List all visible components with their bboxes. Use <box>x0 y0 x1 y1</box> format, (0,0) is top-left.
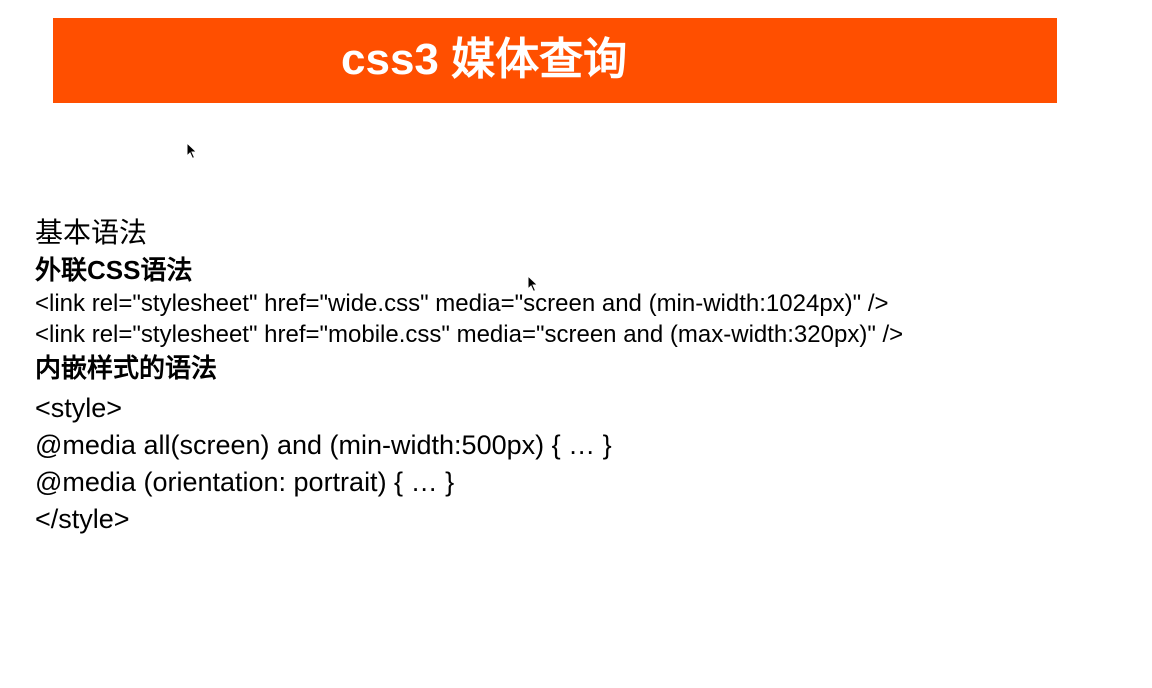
slide-content: 基本语法 外联CSS语法 <link rel="stylesheet" href… <box>35 214 1115 538</box>
slide: css3 媒体查询 基本语法 外联CSS语法 <link rel="styles… <box>0 0 1152 688</box>
embedded-style-heading: 内嵌样式的语法 <box>35 353 218 383</box>
page-title: css3 媒体查询 <box>341 35 628 84</box>
title-banner: css3 媒体查询 <box>53 18 1057 103</box>
media-rule-min-width: @media all(screen) and (min-width:500px)… <box>35 430 612 460</box>
basic-syntax-label: 基本语法 <box>35 217 148 248</box>
external-css-line-mobile: <link rel="stylesheet" href="mobile.css"… <box>35 321 904 348</box>
style-open-tag: <style> <box>35 393 123 423</box>
mouse-pointer-icon <box>186 142 198 160</box>
media-rule-orientation: @media (orientation: portrait) { … } <box>35 467 455 497</box>
external-css-line-wide: <link rel="stylesheet" href="wide.css" m… <box>35 290 889 317</box>
style-close-tag: </style> <box>35 504 130 534</box>
external-css-heading: 外联CSS语法 <box>35 255 193 285</box>
